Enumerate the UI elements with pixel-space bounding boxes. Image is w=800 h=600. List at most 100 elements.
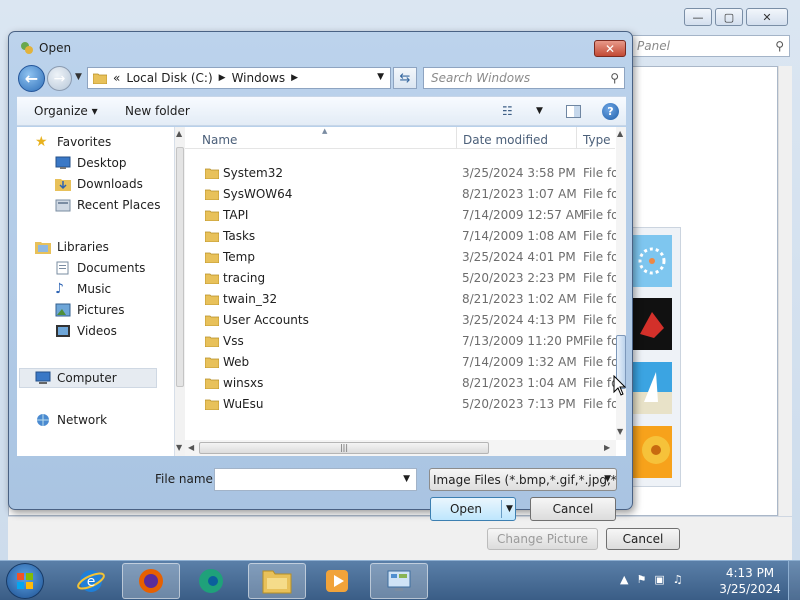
change-picture-button[interactable]: Change Picture: [487, 528, 598, 550]
horizontal-scrollbar[interactable]: ◀ ||| ▶: [185, 440, 616, 456]
file-type: File fol: [583, 376, 617, 390]
file-name: User Accounts: [223, 313, 309, 327]
chevron-down-icon[interactable]: ▼: [604, 474, 611, 484]
refresh-button[interactable]: ⇆: [393, 67, 417, 89]
column-date-modified[interactable]: Date modified: [463, 133, 548, 147]
open-button[interactable]: Open ▼: [430, 497, 516, 521]
folder-icon: [205, 357, 219, 368]
start-button[interactable]: [6, 563, 44, 599]
split-divider: [501, 500, 502, 518]
breadcrumb-separator-icon[interactable]: ▶: [219, 73, 226, 83]
help-button[interactable]: ?: [602, 103, 619, 120]
nav-computer[interactable]: Computer: [35, 371, 117, 385]
file-row[interactable]: tracing 5/20/2023 2:23 PM File fol: [185, 268, 617, 289]
breadcrumb-windows[interactable]: Windows: [232, 71, 286, 85]
taskbar-file-explorer[interactable]: [248, 563, 306, 599]
address-bar[interactable]: « Local Disk (C:) ▶ Windows ▶ ▼: [87, 67, 391, 89]
file-name: SysWOW64: [223, 187, 293, 201]
forward-button[interactable]: →: [47, 66, 72, 91]
file-type: File fol: [583, 166, 617, 180]
address-dropdown-icon[interactable]: ▼: [377, 72, 384, 82]
file-row[interactable]: SysWOW64 8/21/2023 1:07 AM File fol: [185, 184, 617, 205]
column-type[interactable]: Type: [583, 133, 611, 147]
file-row[interactable]: Tasks 7/14/2009 1:08 AM File fol: [185, 226, 617, 247]
nav-downloads[interactable]: Downloads: [55, 177, 143, 191]
scroll-down-icon[interactable]: ▼: [617, 427, 623, 436]
thumbnail-beach-icon[interactable]: [632, 362, 672, 414]
new-folder-button[interactable]: New folder: [125, 104, 190, 118]
chevron-down-icon[interactable]: ▼: [403, 474, 410, 484]
taskbar-edge[interactable]: [182, 563, 240, 599]
show-hidden-icons-icon[interactable]: ▲: [620, 573, 628, 586]
preview-pane-icon[interactable]: [566, 105, 581, 118]
background-scrollbar[interactable]: [778, 66, 792, 516]
scroll-left-icon[interactable]: ◀: [188, 443, 194, 452]
background-cancel-button[interactable]: Cancel: [606, 528, 680, 550]
taskbar-control-panel[interactable]: [370, 563, 428, 599]
file-name: winsxs: [223, 376, 264, 390]
thumbnail-flower-icon[interactable]: [632, 426, 672, 478]
nav-recent-places[interactable]: Recent Places: [55, 198, 160, 212]
close-button[interactable]: ✕: [746, 8, 788, 26]
file-row[interactable]: winsxs 8/21/2023 1:04 AM File fol: [185, 373, 617, 394]
media-player-icon: [326, 570, 348, 592]
thumbnail-pinwheel-icon[interactable]: [632, 235, 672, 287]
volume-muted-icon[interactable]: ♫: [673, 573, 683, 586]
file-row[interactable]: Web 7/14/2009 1:32 AM File fol: [185, 352, 617, 373]
horizontal-scroll-thumb[interactable]: |||: [199, 442, 489, 454]
file-row[interactable]: twain_32 8/21/2023 1:02 AM File fol: [185, 289, 617, 310]
search-input[interactable]: Search Windows ⚲: [423, 67, 625, 89]
scroll-up-icon[interactable]: ▲: [176, 129, 182, 138]
svg-text:e: e: [87, 574, 96, 590]
open-options-dropdown-icon[interactable]: ▼: [506, 504, 513, 514]
navigation-pane-scrollbar[interactable]: ▲ ▼: [175, 127, 185, 456]
file-row[interactable]: Vss 7/13/2009 11:20 PMFile fol: [185, 331, 617, 352]
column-separator[interactable]: [576, 127, 577, 149]
file-row[interactable]: TAPI 7/14/2009 12:57 AMFile fol: [185, 205, 617, 226]
recent-locations-dropdown[interactable]: ▼: [75, 72, 82, 82]
file-name-input[interactable]: ▼: [214, 468, 417, 491]
breadcrumb-separator-icon[interactable]: ▶: [291, 73, 298, 83]
file-row[interactable]: Temp 3/25/2024 4:01 PM File fol: [185, 247, 617, 268]
file-type-filter-value: Image Files (*.bmp,*.gif,*.jpg,*.: [433, 472, 617, 487]
scroll-right-icon[interactable]: ▶: [604, 443, 610, 452]
column-separator[interactable]: [456, 127, 457, 149]
file-row[interactable]: User Accounts 3/25/2024 4:13 PM File fol: [185, 310, 617, 331]
organize-button[interactable]: Organize ▾: [34, 104, 98, 118]
nav-network[interactable]: Network: [35, 413, 107, 427]
column-name[interactable]: Name: [202, 133, 237, 147]
internet-explorer-icon: e: [77, 570, 105, 592]
file-date-modified: 3/25/2024 3:58 PM: [462, 166, 576, 180]
back-button[interactable]: ←: [18, 65, 45, 92]
nav-videos[interactable]: Videos: [55, 324, 117, 338]
dialog-close-button[interactable]: ✕: [594, 40, 626, 57]
show-desktop-button[interactable]: [788, 561, 800, 600]
nav-music[interactable]: ♪ Music: [55, 282, 111, 296]
nav-desktop[interactable]: Desktop: [55, 156, 127, 170]
breadcrumb-local-disk[interactable]: Local Disk (C:): [126, 71, 212, 85]
nav-libraries[interactable]: Libraries: [35, 240, 109, 254]
taskbar-internet-explorer[interactable]: e: [62, 563, 120, 599]
thumbnail-origami-icon[interactable]: [632, 298, 672, 350]
scroll-down-icon[interactable]: ▼: [176, 443, 182, 452]
breadcrumb-overflow[interactable]: «: [113, 71, 120, 85]
views-icon[interactable]: ☷: [502, 104, 513, 118]
views-dropdown-icon[interactable]: ▼: [536, 106, 543, 116]
nav-favorites[interactable]: ★ Favorites: [35, 135, 111, 149]
network-status-icon[interactable]: ▣: [654, 573, 664, 586]
scroll-up-icon[interactable]: ▲: [617, 129, 623, 138]
minimize-button[interactable]: —: [684, 8, 712, 26]
file-type-filter-select[interactable]: Image Files (*.bmp,*.gif,*.jpg,*. ▼: [429, 468, 617, 491]
action-center-flag-icon[interactable]: ⚑: [636, 573, 646, 586]
file-row[interactable]: WuEsu 5/20/2023 7:13 PM File fol: [185, 394, 617, 415]
taskbar-media-player[interactable]: [308, 563, 366, 599]
taskbar-clock[interactable]: 4:13 PM 3/25/2024: [718, 565, 782, 597]
navigation-scroll-thumb[interactable]: [176, 147, 184, 387]
nav-documents[interactable]: Documents: [55, 261, 145, 275]
background-search-input[interactable]: Panel ⚲: [632, 35, 790, 57]
file-row[interactable]: System32 3/25/2024 3:58 PM File fol: [185, 163, 617, 184]
cancel-button[interactable]: Cancel: [530, 497, 616, 521]
taskbar-firefox[interactable]: [122, 563, 180, 599]
nav-pictures[interactable]: Pictures: [55, 303, 125, 317]
maximize-button[interactable]: ▢: [715, 8, 743, 26]
